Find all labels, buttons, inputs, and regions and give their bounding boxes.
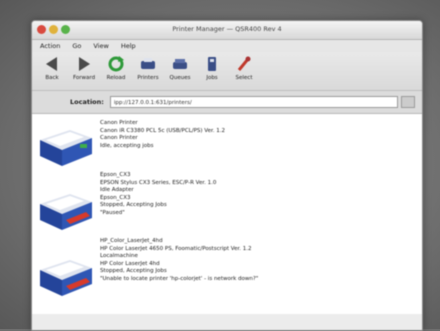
reload-button-label: Reload <box>106 75 126 81</box>
back-arrow-icon <box>46 57 57 71</box>
printer-list: Canon Printer Canon iR C3380 PCL 5c (USB… <box>32 114 422 314</box>
location-bar: Location: ipp://127.0.0.1:631/printers/ <box>32 91 422 114</box>
printers-button[interactable]: Printers <box>134 52 162 90</box>
printer-details: Canon Printer Canon iR C3380 PCL 5c (USB… <box>100 120 225 150</box>
menu-item-action[interactable]: Action <box>40 42 60 50</box>
queues-button[interactable]: Queues <box>166 52 194 90</box>
jobs-button-label: Jobs <box>206 75 218 81</box>
forward-button-label: Forward <box>72 75 96 81</box>
queues-button-label: Queues <box>169 75 191 81</box>
reload-button[interactable]: Reload <box>102 52 130 90</box>
jobs-button[interactable]: Jobs <box>198 52 226 90</box>
window-title: Printer Manager — QSR400 Rev 4 <box>172 25 282 33</box>
printer-location: Localmachine <box>100 253 138 260</box>
printer-details: Epson_CX3 EPSON Stylus CX3 Series, ESC/P… <box>100 172 216 218</box>
back-button-label: Back <box>45 75 59 81</box>
reload-icon <box>108 56 124 72</box>
printer-name: HP_Color_LaserJet_4hd <box>100 238 163 244</box>
menu-item-view[interactable]: View <box>93 42 108 50</box>
printer-message: "Paused" <box>100 209 125 216</box>
printers-icon <box>141 58 155 69</box>
printers-button-label: Printers <box>137 75 159 81</box>
printer-manager-window: Printer Manager — QSR400 Rev 4 Action Go… <box>31 20 423 331</box>
jobs-icon <box>208 57 216 71</box>
printer-status: Idle, accepting jobs <box>100 142 154 149</box>
toolbar: Back Forward Reload Printers Queues Jobs… <box>32 52 422 91</box>
printer-icon <box>40 130 92 166</box>
menu-bar: Action Go View Help <box>32 40 422 52</box>
queues-icon <box>173 59 187 69</box>
back-button[interactable]: Back <box>38 52 66 90</box>
select-button-label: Select <box>235 75 253 81</box>
menu-item-help[interactable]: Help <box>121 42 136 50</box>
printer-driver: EPSON Stylus CX3 Series, ESC/P-R Ver. 1.… <box>100 179 217 186</box>
title-bar[interactable]: Printer Manager — QSR400 Rev 4 <box>32 21 422 40</box>
location-input[interactable]: ipp://127.0.0.1:631/printers/ <box>109 96 398 108</box>
forward-button[interactable]: Forward <box>70 52 98 90</box>
forward-arrow-icon <box>79 57 90 71</box>
select-icon <box>237 56 251 71</box>
printer-message: "Unable to locate printer 'hp-colorjet' … <box>100 275 259 282</box>
location-label: Location: <box>70 98 104 106</box>
location-go-button[interactable] <box>400 96 415 108</box>
printer-queue: HP Color LaserJet 4hd <box>100 260 160 267</box>
printer-driver: Canon iR C3380 PCL 5c (USB/PCL/PS) Ver. … <box>100 127 226 134</box>
printer-status: Stopped, Accepting Jobs <box>100 268 167 275</box>
printer-icon <box>40 194 92 230</box>
printer-details: HP_Color_LaserJet_4hd HP Color LaserJet … <box>100 238 258 284</box>
printer-location: Idle Adapter <box>100 187 134 194</box>
menu-item-go[interactable]: Go <box>72 42 81 50</box>
printer-icon <box>40 260 92 296</box>
printer-name: Canon Printer <box>100 120 138 126</box>
printer-name: Epson_CX3 <box>100 172 131 178</box>
select-button[interactable]: Select <box>230 52 258 90</box>
printer-driver: HP Color LaserJet 4650 PS, Foomatic/Post… <box>100 245 252 252</box>
printer-queue: Epson_CX3 <box>100 194 131 201</box>
printer-status: Stopped, Accepting Jobs <box>100 202 167 209</box>
printer-location: Canon Printer <box>100 135 138 142</box>
